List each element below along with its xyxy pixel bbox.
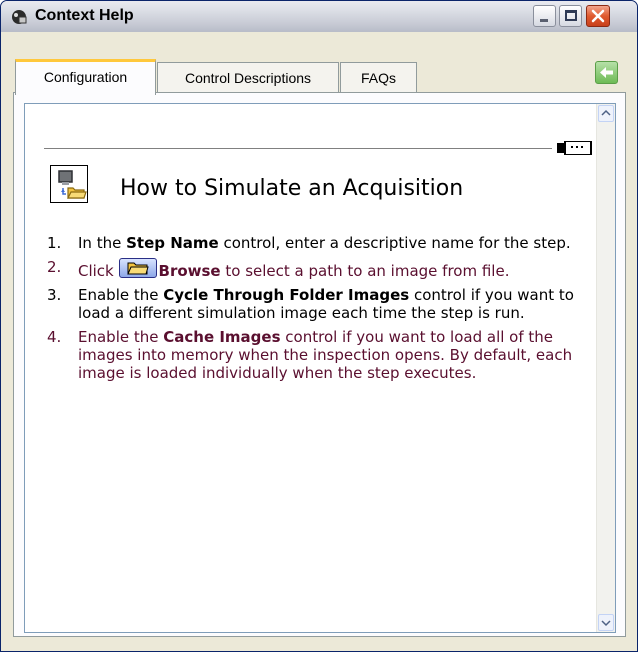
step-number: 3. [47,286,62,304]
tab-panel: How to Simulate an Acquisition 1. In the… [13,92,626,637]
list-item: 4. Enable the Cache Images control if yo… [47,328,587,382]
tab-configuration[interactable]: Configuration [15,59,156,95]
step-bold-term: Step Name [126,234,219,252]
title-bar[interactable]: Context Help [1,1,637,32]
page-title: How to Simulate an Acquisition [120,176,464,201]
list-item: 1. In the Step Name control, enter a des… [47,234,587,252]
context-help-window: Context Help Configuration Control Descr… [0,0,638,652]
tab-control-descriptions[interactable]: Control Descriptions [157,62,339,93]
scroll-up-icon[interactable] [598,105,614,122]
divider [44,148,552,149]
back-arrow-icon[interactable] [595,61,618,84]
step-text-before: Enable the [78,286,164,304]
step-bold-term: Browse [158,262,221,280]
list-item: 2. Click Browse to select a path to an i… [47,258,587,280]
browse-folder-icon [118,258,157,278]
simulate-acquisition-icon [50,165,88,203]
step-number: 1. [47,234,62,252]
step-bold-term: Cache Images [163,328,281,346]
tab-strip: Configuration Control Descriptions FAQs [1,32,637,95]
step-text-after: to select a path to an image from file. [220,262,510,280]
step-number: 4. [47,328,62,346]
tab-configuration-label: Configuration [43,69,128,85]
maximize-icon[interactable] [559,5,582,27]
step-text-before: Click [78,262,119,280]
tab-faqs-label: FAQs [360,70,396,86]
tab-faqs[interactable]: FAQs [340,62,417,93]
steps-list: 1. In the Step Name control, enter a des… [47,234,587,388]
help-content-area: How to Simulate an Acquisition 1. In the… [24,103,616,633]
step-number: 2. [47,258,62,276]
list-item: 3. Enable the Cycle Through Folder Image… [47,286,587,322]
step-text-before: Enable the [78,328,164,346]
step-text-before: In the [78,234,127,252]
expand-collapse-icon[interactable] [557,141,593,155]
window-title: Context Help [35,7,134,24]
scroll-down-icon[interactable] [598,614,614,631]
step-bold-term: Cycle Through Folder Images [163,286,410,304]
context-help-app-icon [12,10,27,24]
tab-control-descriptions-label: Control Descriptions [184,70,312,86]
close-icon[interactable] [586,5,610,27]
vertical-scrollbar[interactable] [596,104,615,632]
minimize-icon[interactable] [533,5,556,27]
step-text-after: control, enter a descriptive name for th… [218,234,571,252]
